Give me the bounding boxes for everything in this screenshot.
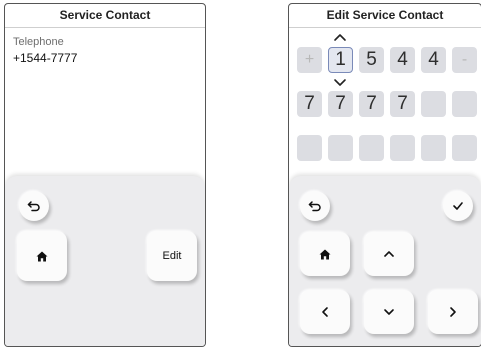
digit-cell[interactable]: 7 (359, 91, 384, 117)
home-button[interactable] (17, 231, 67, 281)
digit-cell[interactable] (421, 135, 446, 161)
service-contact-screen: Service Contact Telephone +1544-7777 Edi… (4, 3, 206, 347)
digit-cell[interactable]: 5 (359, 47, 384, 73)
digit-cell[interactable] (328, 135, 353, 161)
checkmark-icon (453, 202, 463, 210)
edit-button-label: Edit (162, 250, 182, 262)
digit-cell[interactable]: 1 (328, 47, 353, 73)
digit-cell[interactable]: + (297, 47, 322, 73)
chevron-up-icon (384, 251, 394, 257)
home-icon (36, 251, 48, 261)
home-icon (319, 249, 331, 259)
back-button[interactable] (300, 191, 330, 221)
digit-cell[interactable]: 7 (328, 91, 353, 117)
chevron-right-icon (450, 307, 456, 317)
digit-cell[interactable] (452, 135, 477, 161)
telephone-label: Telephone (13, 36, 64, 48)
back-arrow-icon (308, 201, 321, 212)
edit-service-contact-screen: Edit Service Contact +1 5 4 4-7 7 7 7 (288, 3, 481, 347)
edit-button[interactable]: Edit (147, 231, 197, 281)
right-button[interactable] (428, 290, 478, 334)
left-button[interactable] (300, 290, 350, 334)
chevron-left-icon (322, 307, 328, 317)
telephone-value: +1544-7777 (13, 51, 78, 65)
down-button[interactable] (364, 290, 414, 334)
remote-control-pad: Edit (5, 176, 205, 346)
digit-cell[interactable]: 7 (390, 91, 415, 117)
digit-cell[interactable] (421, 91, 446, 117)
remote-control-pad (289, 176, 481, 346)
digit-cell[interactable] (359, 135, 384, 161)
digit-cell[interactable]: 4 (390, 47, 415, 73)
home-button[interactable] (300, 232, 350, 276)
digit-cell[interactable]: 4 (421, 47, 446, 73)
back-arrow-icon (27, 201, 40, 212)
up-button[interactable] (364, 232, 414, 276)
screen-title: Service Contact (5, 4, 205, 28)
digit-cell[interactable] (452, 91, 477, 117)
chevron-down-icon (384, 309, 394, 315)
confirm-button[interactable] (443, 191, 473, 221)
digit-cell[interactable] (297, 135, 322, 161)
chevron-up-icon[interactable] (333, 33, 347, 42)
digit-cell[interactable] (390, 135, 415, 161)
digit-cell[interactable]: 7 (297, 91, 322, 117)
back-button[interactable] (19, 191, 49, 221)
screen-title: Edit Service Contact (289, 4, 481, 28)
chevron-down-icon[interactable] (333, 78, 347, 87)
digit-cell[interactable]: - (452, 47, 477, 73)
